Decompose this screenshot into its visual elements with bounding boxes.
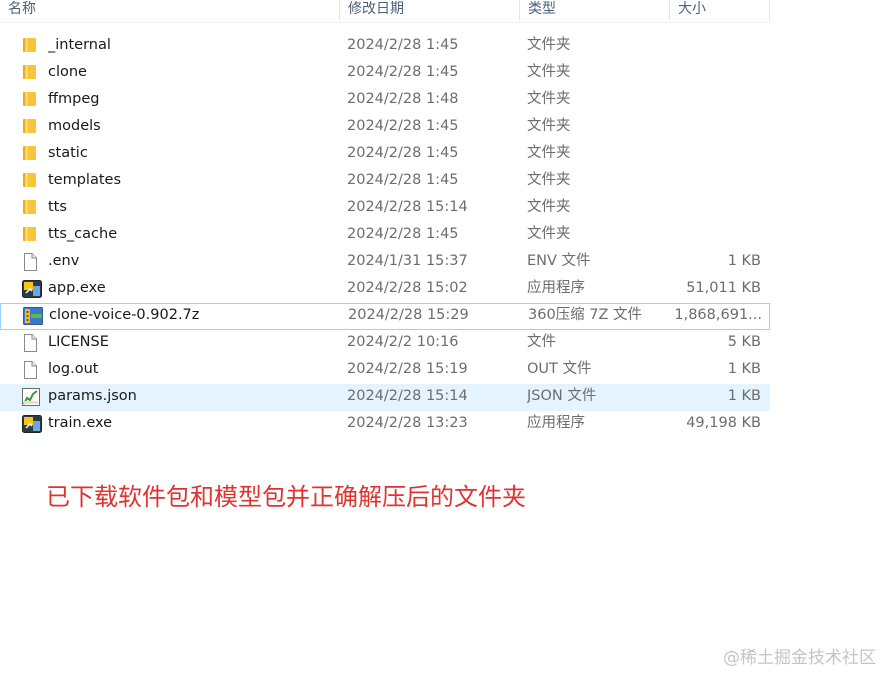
column-header-bar: 名称 修改日期 类型 大小 [0, 0, 770, 23]
file-type: 文件夹 [527, 118, 571, 134]
folder-icon [22, 37, 42, 55]
file-row[interactable]: ffmpeg 2024/2/28 1:48 文件夹 [0, 87, 770, 114]
archive-7z-icon [23, 307, 43, 325]
file-type: OUT 文件 [527, 361, 592, 377]
file-modified-date: 2024/2/28 13:23 [347, 415, 468, 431]
blank-file-icon [22, 361, 42, 379]
file-modified-date: 2024/2/28 1:45 [347, 145, 459, 161]
file-name: train.exe [48, 415, 113, 431]
folder-icon [22, 172, 42, 190]
file-name: params.json [48, 388, 137, 404]
file-type: 应用程序 [527, 280, 585, 296]
file-modified-date: 2024/2/28 1:45 [347, 64, 459, 80]
file-row[interactable]: tts_cache 2024/2/28 1:45 文件夹 [0, 222, 770, 249]
caption-text: 已下载软件包和模型包并正确解压后的文件夹 [46, 483, 526, 511]
file-modified-date: 2024/1/31 15:37 [347, 253, 468, 269]
file-row[interactable]: clone-voice-0.902.7z 2024/2/28 15:29 360压缩… [0, 303, 770, 330]
file-list: _internal 2024/2/28 1:45 文件夹 clone 2024/2/28… [0, 33, 770, 438]
column-header-date[interactable]: 修改日期 [340, 0, 520, 20]
column-header-type[interactable]: 类型 [520, 0, 670, 20]
file-modified-date: 2024/2/28 1:45 [347, 37, 459, 53]
file-name: tts_cache [48, 226, 118, 242]
file-type: 文件夹 [527, 226, 571, 242]
file-type: 文件夹 [527, 64, 571, 80]
file-modified-date: 2024/2/28 15:19 [347, 361, 468, 377]
file-type: 文件夹 [527, 91, 571, 107]
column-header-size[interactable]: 大小 [670, 0, 770, 20]
file-name: log.out [48, 361, 99, 377]
folder-icon [22, 226, 42, 244]
folder-icon [22, 118, 42, 136]
file-name: ffmpeg [48, 91, 100, 107]
exe-app-icon [22, 280, 42, 298]
file-row[interactable]: _internal 2024/2/28 1:45 文件夹 [0, 33, 770, 60]
file-row[interactable]: .env 2024/1/31 15:37 ENV 文件 1 KB [0, 249, 770, 276]
file-row[interactable]: tts 2024/2/28 15:14 文件夹 [0, 195, 770, 222]
folder-icon [22, 91, 42, 109]
file-name: templates [48, 172, 122, 188]
file-modified-date: 2024/2/28 15:29 [348, 307, 469, 323]
file-row[interactable]: models 2024/2/28 1:45 文件夹 [0, 114, 770, 141]
file-row[interactable]: params.json 2024/2/28 15:14 JSON 文件 1 KB [0, 384, 770, 411]
folder-icon [22, 199, 42, 217]
file-size: 5 KB [727, 334, 761, 350]
file-type: JSON 文件 [527, 388, 597, 404]
file-type: 文件夹 [527, 145, 571, 161]
watermark-text: @稀土掘金技术社区 [723, 648, 876, 668]
file-row[interactable]: app.exe 2024/2/28 15:02 应用程序 51,011 KB [0, 276, 770, 303]
file-row[interactable]: templates 2024/2/28 1:45 文件夹 [0, 168, 770, 195]
file-size: 1,868,691... [674, 307, 762, 323]
file-size: 1 KB [727, 253, 761, 269]
blank-file-icon [22, 334, 42, 352]
file-row[interactable]: train.exe 2024/2/28 13:23 应用程序 49,198 KB [0, 411, 770, 438]
file-name: static [48, 145, 88, 161]
file-name: clone [48, 64, 87, 80]
file-name: .env [48, 253, 80, 269]
blank-file-icon [22, 253, 42, 271]
file-name: _internal [48, 37, 111, 53]
file-modified-date: 2024/2/2 10:16 [347, 334, 459, 350]
file-type: 文件夹 [527, 199, 571, 215]
folder-icon [22, 64, 42, 82]
file-modified-date: 2024/2/28 1:45 [347, 118, 459, 134]
json-file-icon [22, 388, 42, 406]
file-type: 360压缩 7Z 文件 [528, 307, 643, 323]
file-row[interactable]: LICENSE 2024/2/2 10:16 文件 5 KB [0, 330, 770, 357]
file-name: app.exe [48, 280, 106, 296]
file-size: 51,011 KB [686, 280, 761, 296]
file-type: ENV 文件 [527, 253, 591, 269]
file-modified-date: 2024/2/28 1:48 [347, 91, 459, 107]
file-modified-date: 2024/2/28 15:14 [347, 199, 468, 215]
file-modified-date: 2024/2/28 15:02 [347, 280, 468, 296]
file-row[interactable]: clone 2024/2/28 1:45 文件夹 [0, 60, 770, 87]
file-modified-date: 2024/2/28 1:45 [347, 172, 459, 188]
file-type: 文件夹 [527, 37, 571, 53]
file-size: 1 KB [727, 361, 761, 377]
folder-icon [22, 145, 42, 163]
file-modified-date: 2024/2/28 1:45 [347, 226, 459, 242]
exe-app-icon [22, 415, 42, 433]
file-type: 文件 [527, 334, 556, 350]
file-name: clone-voice-0.902.7z [49, 307, 200, 323]
file-name: models [48, 118, 101, 134]
column-header-name[interactable]: 名称 [0, 0, 340, 20]
file-type: 应用程序 [527, 415, 585, 431]
file-name: LICENSE [48, 334, 109, 350]
file-name: tts [48, 199, 67, 215]
file-modified-date: 2024/2/28 15:14 [347, 388, 468, 404]
file-size: 1 KB [727, 388, 761, 404]
file-type: 文件夹 [527, 172, 571, 188]
file-row[interactable]: static 2024/2/28 1:45 文件夹 [0, 141, 770, 168]
file-size: 49,198 KB [686, 415, 761, 431]
file-row[interactable]: log.out 2024/2/28 15:19 OUT 文件 1 KB [0, 357, 770, 384]
